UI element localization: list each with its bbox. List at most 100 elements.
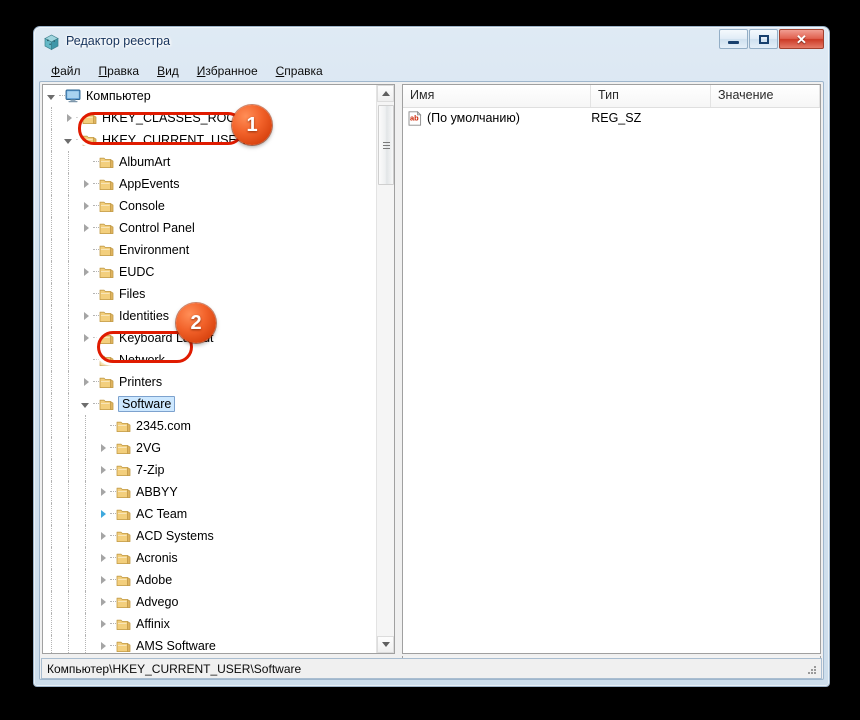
tree-indent <box>43 151 77 173</box>
tree-item-hkey-current-user[interactable]: HKEY_CURRENT_USER <box>43 129 378 151</box>
menu-item-3[interactable]: Избранное <box>188 62 267 80</box>
scroll-up-button[interactable] <box>377 85 394 102</box>
registry-key-icon <box>99 289 114 300</box>
tree-item-appevents[interactable]: AppEvents <box>43 173 378 195</box>
expand-arrow-icon[interactable] <box>77 371 93 393</box>
tree-guide-line <box>68 173 69 195</box>
expand-arrow-open-icon[interactable] <box>77 393 93 415</box>
tree-item-acronis[interactable]: Acronis <box>43 547 378 569</box>
tree-item-label: Keyboard Layout <box>119 331 214 345</box>
tree-item-console[interactable]: Console <box>43 195 378 217</box>
maximize-button[interactable] <box>749 29 778 49</box>
list-column-header-1[interactable]: Тип <box>591 85 711 107</box>
tree-guide-line <box>85 525 86 547</box>
tree-vertical-scrollbar[interactable] <box>376 85 394 653</box>
tree-indent <box>43 613 94 635</box>
tree-item-network[interactable]: Network <box>43 349 378 371</box>
tree-leaf-marker <box>77 239 93 261</box>
tree-indent <box>43 569 94 591</box>
tree-item-albumart[interactable]: AlbumArt <box>43 151 378 173</box>
scroll-down-button[interactable] <box>377 636 394 653</box>
tree-indent <box>43 481 94 503</box>
expand-arrow-icon[interactable] <box>60 107 76 129</box>
tree-item-advego[interactable]: Advego <box>43 591 378 613</box>
tree-guide-line <box>51 195 52 217</box>
value-name: (По умолчанию) <box>427 111 520 125</box>
tree-item-eudc[interactable]: EUDC <box>43 261 378 283</box>
tree-item-software[interactable]: Software <box>43 393 378 415</box>
tree-item-2345-com[interactable]: 2345.com <box>43 415 378 437</box>
expand-arrow-icon[interactable] <box>94 525 110 547</box>
tree-guide-line <box>51 129 52 151</box>
expand-arrow-icon[interactable] <box>94 591 110 613</box>
tree-item-7-zip[interactable]: 7-Zip <box>43 459 378 481</box>
expand-arrow-icon[interactable] <box>94 569 110 591</box>
table-row[interactable]: ab (По умолчанию) REG_SZ <box>403 108 820 128</box>
resize-grip-icon[interactable] <box>806 664 818 676</box>
tree-item-control-panel[interactable]: Control Panel <box>43 217 378 239</box>
title-bar[interactable]: Редактор реестра ✕ <box>34 27 829 59</box>
expand-arrow-icon[interactable] <box>94 547 110 569</box>
expand-arrow-open-icon[interactable] <box>43 85 59 107</box>
registry-key-icon <box>116 575 131 586</box>
registry-tree-pane[interactable]: Компьютер HKEY_CLASSES_ROOT HKEY_CURRENT_U… <box>42 84 395 654</box>
list-column-header-2[interactable]: Значение <box>711 85 820 107</box>
expand-arrow-icon[interactable] <box>77 327 93 349</box>
tree-item-printers[interactable]: Printers <box>43 371 378 393</box>
tree-item-abbyy[interactable]: ABBYY <box>43 481 378 503</box>
tree-item-acd-systems[interactable]: ACD Systems <box>43 525 378 547</box>
expand-arrow-icon[interactable] <box>77 195 93 217</box>
tree-item-label: 2VG <box>136 441 162 455</box>
tree-item-ams-software[interactable]: AMS Software <box>43 635 378 653</box>
tree-guide-line <box>51 393 52 415</box>
menu-item-4[interactable]: Справка <box>267 62 332 80</box>
tree-guide-line <box>51 613 52 635</box>
tree-indent <box>43 261 77 283</box>
minimize-button[interactable] <box>719 29 748 49</box>
tree-item-label: Identities <box>119 309 170 323</box>
close-button[interactable]: ✕ <box>779 29 824 49</box>
tree-guide-line <box>51 305 52 327</box>
menu-item-1[interactable]: Правка <box>90 62 149 80</box>
registry-key-icon <box>82 135 97 146</box>
expand-arrow-icon[interactable] <box>94 635 110 653</box>
expand-arrow-icon[interactable] <box>77 217 93 239</box>
tree-item-ac-team[interactable]: AC Team <box>43 503 378 525</box>
tree-item-[interactable]: Компьютер <box>43 85 378 107</box>
menu-item-2[interactable]: Вид <box>148 62 188 80</box>
expand-arrow-icon[interactable] <box>94 437 110 459</box>
scrollbar-thumb[interactable] <box>378 105 394 185</box>
registry-key-icon <box>82 113 97 124</box>
tree-item-affinix[interactable]: Affinix <box>43 613 378 635</box>
tree-item-environment[interactable]: Environment <box>43 239 378 261</box>
expand-arrow-icon[interactable] <box>77 261 93 283</box>
tree-item-identities[interactable]: Identities <box>43 305 378 327</box>
tree-item-keyboard-layout[interactable]: Keyboard Layout <box>43 327 378 349</box>
registry-values-pane[interactable]: Имя Тип Значение ab (По умолчанию) REG_SZ <box>402 84 821 654</box>
tree-guide-line <box>51 283 52 305</box>
tree-guide-line <box>51 547 52 569</box>
tree-indent <box>43 393 77 415</box>
tree-item-adobe[interactable]: Adobe <box>43 569 378 591</box>
tree-indent <box>43 327 77 349</box>
expand-arrow-icon[interactable] <box>77 305 93 327</box>
tree-indent <box>43 107 60 129</box>
tree-item-label: EUDC <box>119 265 155 279</box>
tree-leaf-marker <box>77 151 93 173</box>
tree-guide-line <box>51 415 52 437</box>
expand-arrow-icon[interactable] <box>94 481 110 503</box>
expand-arrow-icon[interactable] <box>77 173 93 195</box>
menu-item-0[interactable]: Файл <box>42 62 90 80</box>
tree-item-hkey-classes-root[interactable]: HKEY_CLASSES_ROOT <box>43 107 378 129</box>
expand-arrow-open-icon[interactable] <box>60 129 76 151</box>
tree-indent <box>43 217 77 239</box>
tree-item-2vg[interactable]: 2VG <box>43 437 378 459</box>
expand-arrow-icon[interactable] <box>94 613 110 635</box>
list-column-header-0[interactable]: Имя <box>403 85 591 107</box>
expand-arrow-icon[interactable] <box>94 503 110 525</box>
maximize-icon <box>758 34 769 44</box>
tree-guide-line <box>68 349 69 371</box>
tree-guide-line <box>68 283 69 305</box>
expand-arrow-icon[interactable] <box>94 459 110 481</box>
tree-item-files[interactable]: Files <box>43 283 378 305</box>
